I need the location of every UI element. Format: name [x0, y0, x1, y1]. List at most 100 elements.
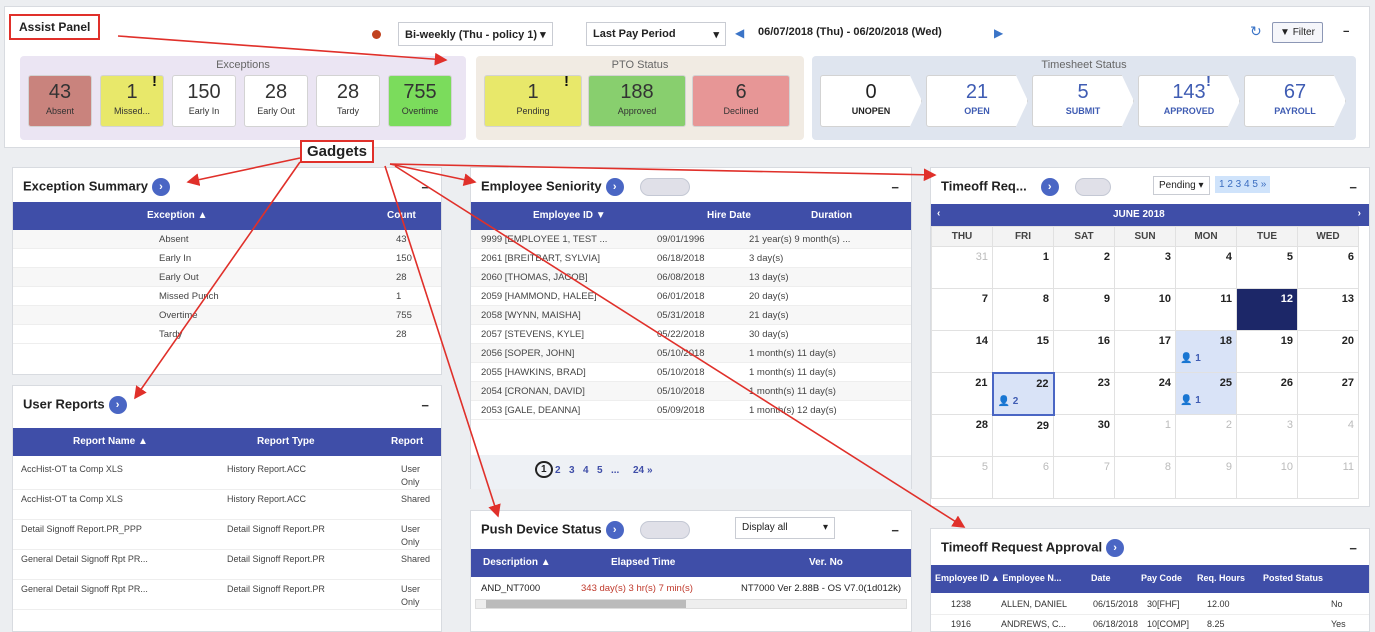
calendar-day[interactable]: 28 [931, 414, 993, 457]
calendar-day[interactable]: 17 [1114, 330, 1176, 373]
calendar-day[interactable]: 2 [1053, 246, 1115, 289]
calendar-day[interactable]: 6 [1297, 246, 1359, 289]
calendar-day[interactable]: 12 [1236, 288, 1298, 331]
pto-tile[interactable]: 188 Approved [588, 75, 686, 127]
collapse-icon[interactable]: − [1343, 26, 1349, 38]
minimize-icon[interactable]: − [891, 180, 899, 195]
col-exception[interactable]: Exception ▲ [147, 210, 207, 221]
approval-col-header[interactable]: Date [1091, 573, 1111, 583]
approval-col-header[interactable]: Employee ID [935, 573, 989, 583]
calendar-day[interactable]: 8 [992, 288, 1054, 331]
table-row[interactable]: 2054 [CRONAN, DAVID] 05/10/2018 1 month(s)… [471, 382, 911, 401]
view-toggle[interactable] [639, 521, 690, 539]
prev-month-icon[interactable]: ‹ [937, 208, 940, 219]
calendar-day[interactable]: 1 [1114, 414, 1176, 457]
table-row[interactable]: 2059 [HAMMOND, HALEE] 06/01/2018 20 day(s) [471, 287, 911, 306]
expand-icon[interactable]: › [108, 396, 127, 414]
minimize-icon[interactable]: − [891, 523, 899, 538]
filter-button[interactable]: ▼ Filter [1272, 22, 1323, 43]
calendar-day[interactable]: 15 [992, 330, 1054, 373]
col-report[interactable]: Report [391, 436, 423, 447]
table-row[interactable]: 9999 [EMPLOYEE 1, TEST ... 09/01/1996 21 y… [471, 230, 911, 249]
next-period-icon[interactable]: ▶ [994, 26, 1003, 40]
prev-period-icon[interactable]: ◀ [735, 26, 744, 40]
page-link[interactable]: 2 [555, 465, 561, 476]
calendar-day[interactable]: 2 [1175, 414, 1237, 457]
display-select[interactable]: Display all ▾ [735, 517, 835, 539]
view-toggle[interactable] [639, 178, 690, 196]
table-row[interactable]: 2060 [THOMAS, JACOB] 06/08/2018 13 day(s) [471, 268, 911, 287]
table-row[interactable]: 2055 [HAWKINS, BRAD] 05/10/2018 1 month(s)… [471, 363, 911, 382]
calendar-day[interactable]: 3 [1236, 414, 1298, 457]
approval-col-header[interactable]: Req. Hours [1197, 573, 1245, 583]
expand-icon[interactable]: › [1040, 178, 1059, 196]
calendar-day[interactable]: 20 [1297, 330, 1359, 373]
timesheet-step[interactable]: 21 OPEN [926, 75, 1028, 127]
calendar-day[interactable]: 30 [1053, 414, 1115, 457]
page-link[interactable]: 5 [597, 465, 603, 476]
page-link[interactable]: 4 [583, 465, 589, 476]
calendar-day[interactable]: 10 [1236, 456, 1298, 499]
calendar-day[interactable]: 22 👤 2 [991, 371, 1055, 416]
calendar-day[interactable]: 13 [1297, 288, 1359, 331]
pto-tile[interactable]: 6 Declined [692, 75, 790, 127]
calendar-day[interactable]: 5 [1236, 246, 1298, 289]
table-row[interactable]: Detail Signoff Report.PR_PPP Detail Signo… [13, 520, 441, 550]
status-select[interactable]: Pending ▾ [1153, 176, 1210, 195]
table-row[interactable]: 2061 [BREITBART, SYLVIA] 06/18/2018 3 day(… [471, 249, 911, 268]
next-month-icon[interactable]: › [1358, 208, 1361, 219]
minimize-icon[interactable]: − [1349, 180, 1357, 195]
col-hire-date[interactable]: Hire Date [707, 210, 751, 221]
calendar-day[interactable]: 18 👤 1 [1175, 330, 1237, 373]
calendar-day[interactable]: 27 [1297, 372, 1359, 415]
policy-select[interactable]: Bi-weekly (Thu - policy 1) ▾ [398, 22, 553, 46]
col-duration[interactable]: Duration [811, 210, 852, 221]
calendar-day[interactable]: 24 [1114, 372, 1176, 415]
calendar-day[interactable]: 4 [1175, 246, 1237, 289]
calendar-day[interactable]: 7 [1053, 456, 1115, 499]
col-count[interactable]: Count [387, 210, 416, 221]
exception-tile[interactable]: 150 Early In [172, 75, 236, 127]
timeoff-pager[interactable]: 1 2 3 4 5 » [1215, 176, 1271, 193]
view-toggle[interactable] [1074, 178, 1111, 196]
timesheet-step[interactable]: 143 APPROVED! [1138, 75, 1240, 127]
expand-icon[interactable]: › [605, 521, 624, 539]
page-link[interactable]: » [647, 465, 653, 476]
refresh-icon[interactable]: ↻ [1250, 23, 1262, 40]
approval-col-header[interactable]: Posted Status [1263, 573, 1323, 583]
timesheet-step[interactable]: 67 PAYROLL [1244, 75, 1346, 127]
table-row[interactable]: General Detail Signoff Rpt PR... Detail S… [13, 550, 441, 580]
page-link[interactable]: 1 [535, 461, 553, 478]
col-description[interactable]: Description ▲ [483, 557, 551, 568]
page-link[interactable]: 24 [633, 465, 644, 476]
table-row[interactable]: 1238 ALLEN, DANIEL 06/15/2018 30[FHF] 12.00 N… [931, 595, 1369, 615]
calendar-day[interactable]: 16 [1053, 330, 1115, 373]
calendar-day[interactable]: 9 [1175, 456, 1237, 499]
calendar-day[interactable]: 11 [1297, 456, 1359, 499]
minimize-icon[interactable]: − [421, 398, 429, 413]
calendar-day[interactable]: 3 [1114, 246, 1176, 289]
timesheet-step[interactable]: 0 UNOPEN [820, 75, 922, 127]
horizontal-scrollbar[interactable] [475, 599, 907, 609]
approval-col-header[interactable]: Pay Code [1141, 573, 1182, 583]
period-select[interactable]: Last Pay Period ▾ [586, 22, 726, 46]
exception-tile[interactable]: 1 Missed...! [100, 73, 164, 127]
calendar-day[interactable]: 25 👤 1 [1175, 372, 1237, 415]
calendar-day[interactable]: 10 [1114, 288, 1176, 331]
table-row[interactable]: 2056 [SOPER, JOHN] 05/10/2018 1 month(s) 1… [471, 344, 911, 363]
calendar-day[interactable]: 7 [931, 288, 993, 331]
approval-col-header[interactable]: ▲ Employee N... [991, 573, 1061, 583]
calendar-day[interactable]: 6 [992, 456, 1054, 499]
calendar-day[interactable]: 4 [1297, 414, 1359, 457]
calendar-day[interactable]: 5 [931, 456, 993, 499]
calendar-day[interactable]: 29 [992, 414, 1054, 457]
col-report-name[interactable]: Report Name ▲ [73, 436, 148, 447]
calendar-day[interactable]: 31 [931, 246, 993, 289]
table-row[interactable]: 2057 [STEVENS, KYLE] 05/22/2018 30 day(s) [471, 325, 911, 344]
calendar-day[interactable]: 19 [1236, 330, 1298, 373]
col-employee-id[interactable]: Employee ID ▼ [533, 210, 606, 221]
exception-tile[interactable]: 28 Tardy [316, 75, 380, 127]
table-row[interactable]: 2058 [WYNN, MAISHA] 05/31/2018 21 day(s) [471, 306, 911, 325]
col-report-type[interactable]: Report Type [257, 436, 315, 447]
timesheet-step[interactable]: 5 SUBMIT [1032, 75, 1134, 127]
